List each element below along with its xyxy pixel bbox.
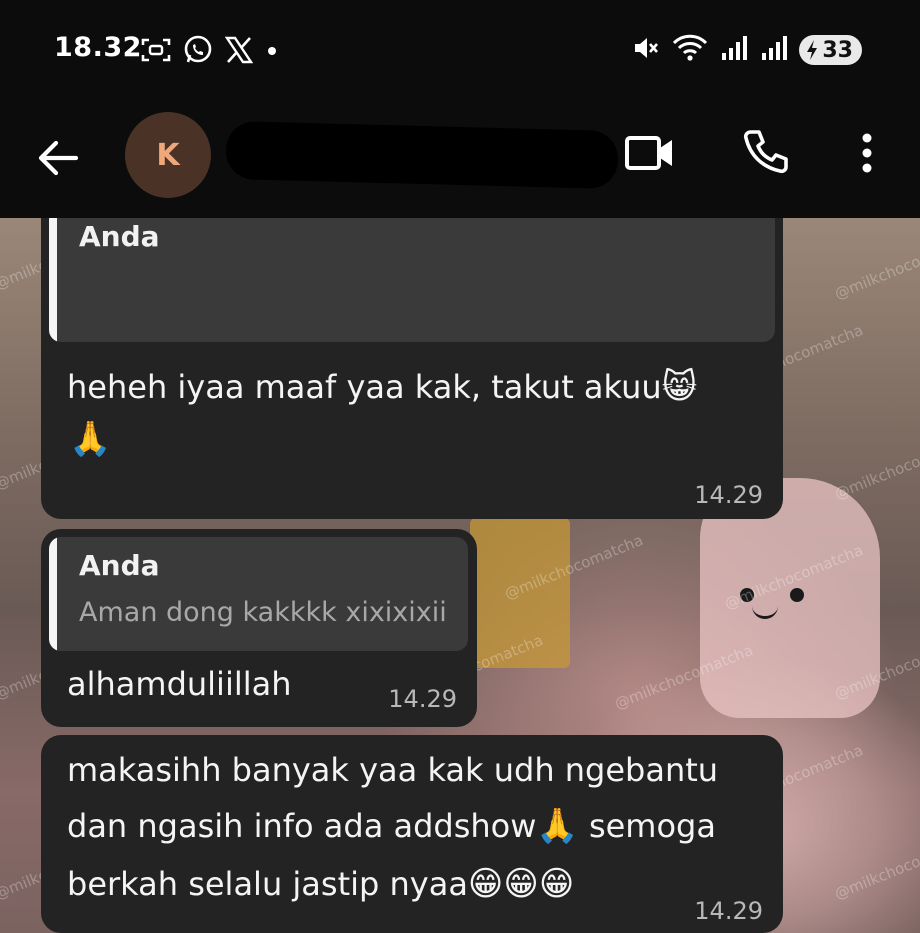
emoji-grin: 😁 xyxy=(503,864,539,904)
message-text: 🙏 xyxy=(69,420,111,458)
avatar-initial: K xyxy=(156,137,180,173)
message-time: 14.29 xyxy=(694,897,763,925)
message-text-content: semoga xyxy=(588,807,716,845)
plush-eye xyxy=(740,588,754,602)
emoji-grin: 😁 xyxy=(538,864,575,904)
signal-icon xyxy=(719,33,749,67)
message-bubble[interactable]: Anda heheh iyaa maaf yaa kak, takut akuu… xyxy=(41,218,783,519)
plush-mouth xyxy=(752,606,778,619)
x-icon xyxy=(224,36,254,68)
message-text-content: dan ngasih info ada addshow xyxy=(67,807,537,845)
message-text: berkah selalu jastip nyaa😁😁😁 xyxy=(67,865,574,903)
chat-area[interactable]: @milkchocomatcha @milkchocomatcha @milkc… xyxy=(0,218,920,933)
quote-text: Aman dong kakkkk xixixixii xyxy=(79,597,447,628)
quoted-message[interactable]: Anda Aman dong kakkkk xixixixii xyxy=(49,537,468,651)
status-right-icons: 33 xyxy=(631,33,862,67)
mute-icon xyxy=(631,33,661,67)
message-text: dan ngasih info ada addshow🙏 semoga xyxy=(67,807,716,845)
message-text-content: berkah selalu jastip nyaa xyxy=(67,865,468,903)
quote-author: Anda xyxy=(79,220,160,253)
chat-header: K xyxy=(0,100,920,218)
status-left-icons xyxy=(140,34,280,70)
wifi-icon xyxy=(671,33,709,67)
message-text-content: heheh iyaa maaf yaa kak, takut akuu xyxy=(67,368,662,406)
status-bar: 18.32 33 xyxy=(0,0,920,100)
contact-name[interactable] xyxy=(225,120,619,190)
emoji-folded-hands: 🙏 xyxy=(536,806,579,846)
battery-icon: 33 xyxy=(799,35,862,65)
watermark: @milkchocomatcha xyxy=(832,231,920,303)
message-text: heheh iyaa maaf yaa kak, takut akuu😸 xyxy=(67,368,697,406)
whatsapp-icon xyxy=(182,34,214,70)
screenshot-icon xyxy=(140,36,172,68)
back-button[interactable] xyxy=(30,130,86,186)
message-text: makasihh banyak yaa kak udh ngebantu xyxy=(67,751,719,789)
quote-author: Anda xyxy=(79,549,160,582)
message-text: alhamduliillah xyxy=(67,665,292,703)
dot-icon xyxy=(264,36,280,68)
avatar[interactable]: K xyxy=(125,112,211,198)
emoji-grin: 😁 xyxy=(467,864,504,904)
message-bubble[interactable]: Anda Aman dong kakkkk xixixixii alhamdul… xyxy=(41,529,477,727)
back-arrow-icon xyxy=(38,140,79,176)
emoji-folded-hands: 🙏 xyxy=(69,419,112,459)
plush-eye xyxy=(790,588,804,602)
status-time: 18.32 xyxy=(54,32,142,63)
message-time: 14.29 xyxy=(694,481,763,509)
video-call-button[interactable] xyxy=(622,130,678,176)
watermark: @milkchocomatcha xyxy=(832,831,920,903)
battery-level: 33 xyxy=(822,37,853,63)
quoted-message[interactable]: Anda xyxy=(49,218,775,342)
voice-call-button[interactable] xyxy=(740,125,792,177)
message-time: 14.29 xyxy=(388,685,457,713)
video-call-icon xyxy=(625,136,672,170)
signal-icon xyxy=(759,33,789,67)
emoji-grinning-cat: 😸 xyxy=(661,367,698,407)
more-vert-icon xyxy=(862,133,872,173)
more-options-button[interactable] xyxy=(850,128,884,178)
background-card xyxy=(470,518,570,668)
message-bubble[interactable]: makasihh banyak yaa kak udh ngebantu dan… xyxy=(41,735,783,933)
phone-icon xyxy=(743,130,788,174)
